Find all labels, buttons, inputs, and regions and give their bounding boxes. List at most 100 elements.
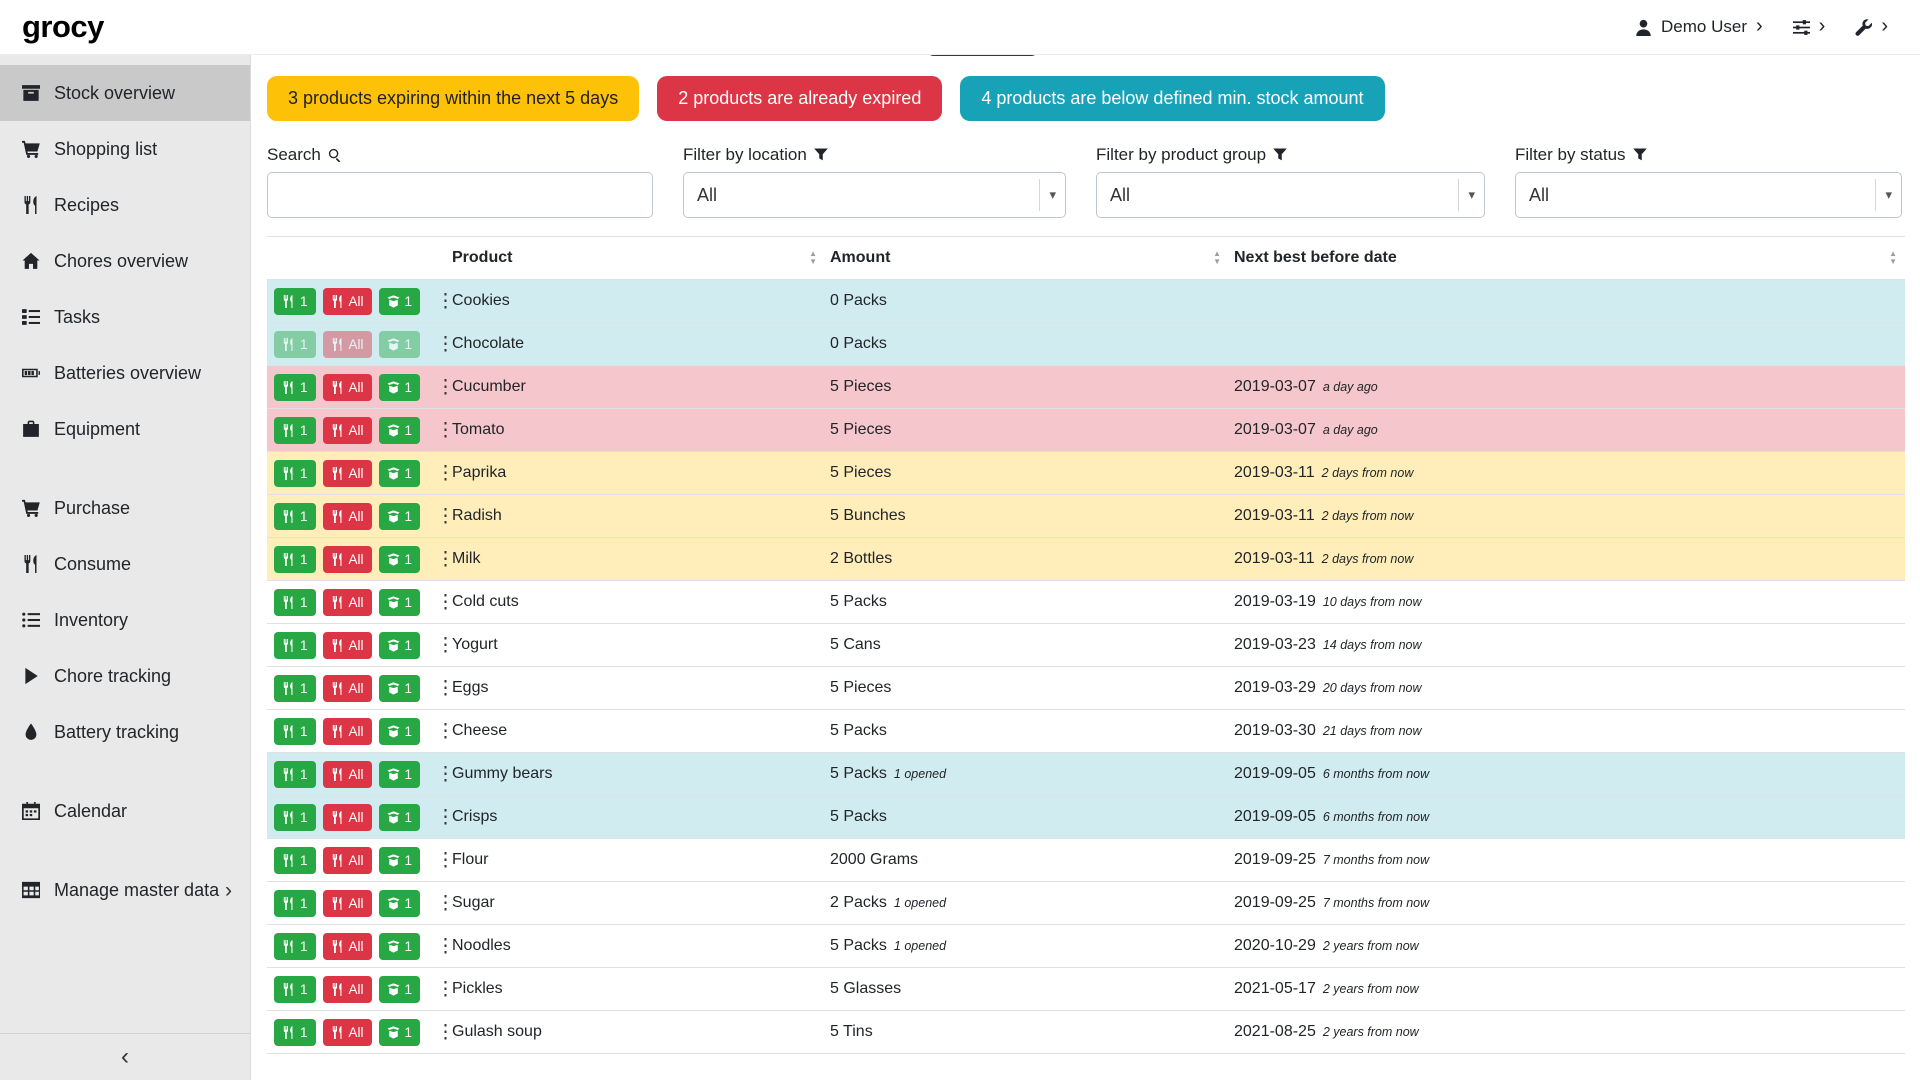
sidebar-collapse-button[interactable]: ‹ [0, 1033, 250, 1080]
product-name-cell: Eggs [447, 679, 825, 697]
product-group-filter-select[interactable]: All ▾ [1096, 172, 1485, 218]
open-one-button[interactable]: 1 [379, 374, 421, 401]
consume-one-button[interactable]: 1 [274, 718, 316, 745]
consume-all-button[interactable]: All [323, 976, 372, 1003]
consume-all-button[interactable]: All [323, 847, 372, 874]
open-one-button[interactable]: 1 [379, 417, 421, 444]
user-menu[interactable]: Demo User › [1635, 17, 1763, 37]
best-before-date-cell: 2019-09-05 6 months from now [1229, 808, 1905, 826]
row-actions: 1 All 1 ⋮ [267, 675, 447, 702]
best-before-date-cell: 2021-05-17 2 years from now [1229, 980, 1905, 998]
consume-all-button[interactable]: All [323, 589, 372, 616]
open-one-button[interactable]: 1 [379, 761, 421, 788]
best-before-date-cell: 2020-10-29 2 years from now [1229, 937, 1905, 955]
best-before-date: 2019-03-11 [1234, 464, 1315, 482]
best-before-date-note: 20 days from now [1323, 681, 1422, 695]
consume-one-button[interactable]: 1 [274, 460, 316, 487]
amount-value: 5 Packs [830, 593, 887, 611]
sidebar-item-shopping-list[interactable]: Shopping list [0, 121, 250, 177]
consume-all-button[interactable]: All [323, 933, 372, 960]
consume-all-button[interactable]: All [323, 1019, 372, 1046]
open-one-button[interactable]: 1 [379, 503, 421, 530]
product-name: Milk [452, 550, 480, 568]
consume-one-button[interactable]: 1 [274, 1019, 316, 1046]
open-one-button[interactable]: 1 [379, 847, 421, 874]
consume-one-button[interactable]: 1 [274, 847, 316, 874]
consume-one-button[interactable]: 1 [274, 503, 316, 530]
row-actions: 1 All 1 ⋮ [267, 546, 447, 573]
consume-one-button[interactable]: 1 [274, 976, 316, 1003]
open-one-button[interactable]: 1 [379, 675, 421, 702]
stock-table: Product ▲▼ Amount ▲▼ Next best before da… [267, 236, 1905, 1054]
column-header-amount[interactable]: Amount ▲▼ [825, 237, 1229, 279]
sidebar-item-purchase[interactable]: Purchase [0, 480, 250, 536]
utensils-icon [331, 510, 344, 523]
consume-all-button[interactable]: All [323, 331, 372, 358]
sidebar-item-manage-master-data[interactable]: Manage master data › [0, 862, 250, 918]
app-logo[interactable]: grocy [22, 9, 104, 45]
status-filter-select[interactable]: All ▾ [1515, 172, 1902, 218]
open-one-button[interactable]: 1 [379, 331, 421, 358]
open-one-button[interactable]: 1 [379, 804, 421, 831]
open-one-button[interactable]: 1 [379, 933, 421, 960]
sidebar-item-batteries-overview[interactable]: Batteries overview [0, 345, 250, 401]
consume-one-button[interactable]: 1 [274, 933, 316, 960]
open-one-button[interactable]: 1 [379, 546, 421, 573]
consume-one-button[interactable]: 1 [274, 890, 316, 917]
select-caret-icon: ▾ [1039, 179, 1065, 211]
sidebar-item-tasks[interactable]: Tasks [0, 289, 250, 345]
sidebar-item-consume[interactable]: Consume [0, 536, 250, 592]
consume-one-button[interactable]: 1 [274, 804, 316, 831]
sidebar-item-inventory[interactable]: Inventory [0, 592, 250, 648]
consume-one-button[interactable]: 1 [274, 331, 316, 358]
sidebar-item-chore-tracking[interactable]: Chore tracking [0, 648, 250, 704]
consume-all-button[interactable]: All [323, 890, 372, 917]
consume-one-button[interactable]: 1 [274, 632, 316, 659]
sidebar-item-recipes[interactable]: Recipes [0, 177, 250, 233]
consume-all-button[interactable]: All [323, 288, 372, 315]
open-one-button[interactable]: 1 [379, 976, 421, 1003]
consume-all-button[interactable]: All [323, 503, 372, 530]
open-one-button[interactable]: 1 [379, 632, 421, 659]
consume-all-button[interactable]: All [323, 632, 372, 659]
open-one-button[interactable]: 1 [379, 460, 421, 487]
consume-all-button[interactable]: All [323, 460, 372, 487]
consume-all-button[interactable]: All [323, 417, 372, 444]
consume-one-button[interactable]: 1 [274, 374, 316, 401]
box-open-icon [387, 424, 400, 437]
column-header-next-best-before-date[interactable]: Next best before date ▲▼ [1229, 237, 1905, 279]
consume-all-button[interactable]: All [323, 804, 372, 831]
column-header-product[interactable]: Product ▲▼ [447, 237, 825, 279]
consume-all-button[interactable]: All [323, 546, 372, 573]
open-one-button[interactable]: 1 [379, 890, 421, 917]
open-one-button[interactable]: 1 [379, 589, 421, 616]
battery-icon [20, 363, 42, 383]
wrench-icon [1855, 19, 1872, 36]
consume-one-button[interactable]: 1 [274, 589, 316, 616]
stock-settings-menu[interactable]: › [1793, 17, 1826, 37]
sidebar-item-chores-overview[interactable]: Chores overview [0, 233, 250, 289]
consume-one-button[interactable]: 1 [274, 288, 316, 315]
open-one-button[interactable]: 1 [379, 1019, 421, 1046]
location-filter-select[interactable]: All ▾ [683, 172, 1066, 218]
consume-all-button[interactable]: All [323, 718, 372, 745]
open-one-button[interactable]: 1 [379, 288, 421, 315]
search-label: Search [267, 145, 653, 165]
sidebar-item-equipment[interactable]: Equipment [0, 401, 250, 457]
consume-one-button[interactable]: 1 [274, 761, 316, 788]
consume-one-button[interactable]: 1 [274, 417, 316, 444]
consume-all-button[interactable]: All [323, 675, 372, 702]
consume-all-button[interactable]: All [323, 374, 372, 401]
search-input[interactable] [267, 172, 653, 218]
consume-all-button[interactable]: All [323, 761, 372, 788]
open-one-button[interactable]: 1 [379, 718, 421, 745]
consume-one-button[interactable]: 1 [274, 546, 316, 573]
sidebar-item-stock-overview[interactable]: Stock overview [0, 65, 250, 121]
sidebar-item-battery-tracking[interactable]: Battery tracking [0, 704, 250, 760]
sidebar-item-calendar[interactable]: Calendar [0, 783, 250, 839]
best-before-date: 2019-03-23 [1234, 636, 1316, 654]
admin-menu[interactable]: › [1855, 17, 1888, 37]
product-name-cell: Cheese [447, 722, 825, 740]
consume-one-button[interactable]: 1 [274, 675, 316, 702]
best-before-date: 2019-09-25 [1234, 851, 1316, 869]
